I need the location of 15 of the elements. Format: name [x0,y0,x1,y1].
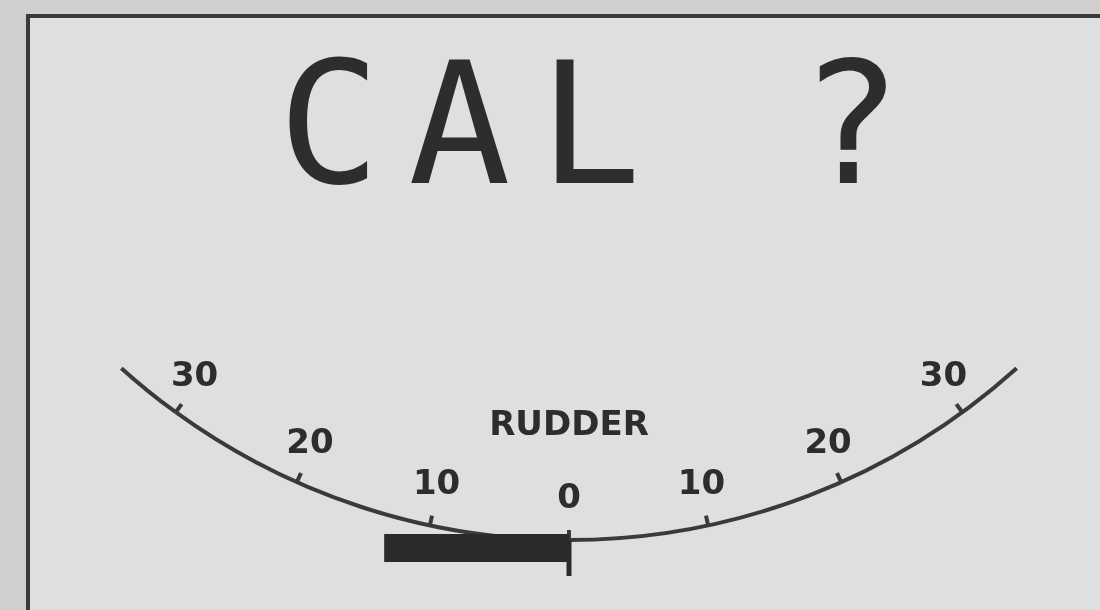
scale-label: 10 [412,462,461,503]
scale-label: 10 [677,462,726,503]
scale-label: 0 [557,476,581,516]
scale-tick [427,515,434,526]
scale-tick [835,472,843,483]
scale-tick [295,472,303,483]
scale-label: 30 [919,354,968,395]
scale-label: 20 [286,420,334,461]
scale-tick [704,515,711,526]
display-title: CAL ? [277,24,931,225]
center-mark [566,540,572,576]
scale-label: 30 [170,354,219,395]
scale-tick [954,402,964,414]
scale-label: 20 [804,420,852,461]
gauge-label: RUDDER [489,403,649,443]
